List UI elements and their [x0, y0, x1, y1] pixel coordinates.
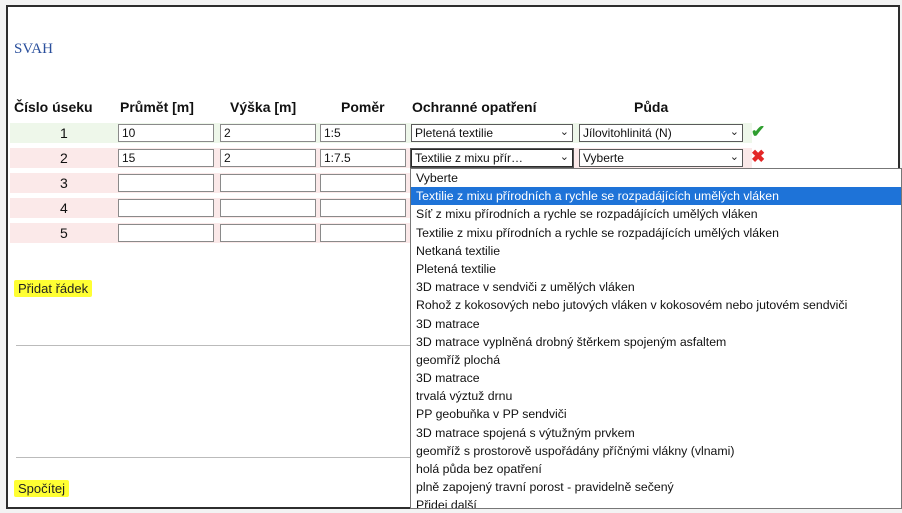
ochranne-select[interactable]: Pletená textilie ⌄	[411, 124, 573, 142]
vyska-input[interactable]	[220, 224, 316, 242]
dropdown-option[interactable]: 3D matrace	[411, 315, 901, 333]
dropdown-option[interactable]: Textilie z mixu přírodních a rychle se r…	[411, 224, 901, 242]
prumer-input[interactable]	[118, 174, 214, 192]
prumer-input[interactable]	[118, 124, 214, 142]
table-header: Číslo úseku Průmět [m] Výška [m] Poměr O…	[8, 99, 708, 119]
ochranne-select[interactable]: Textilie z mixu přír… ⌄	[410, 148, 574, 168]
chevron-down-icon: ⌄	[559, 151, 569, 163]
vyska-input[interactable]	[220, 149, 316, 167]
puda-select-value: Jílovitohlinitá (N)	[583, 126, 672, 140]
prumer-input[interactable]	[118, 199, 214, 217]
pomer-input[interactable]	[320, 149, 406, 167]
vyska-input[interactable]	[220, 174, 316, 192]
dropdown-option[interactable]: geomříž plochá	[411, 351, 901, 369]
dropdown-option[interactable]: plně zapojený travní porost - pravidelně…	[411, 478, 901, 496]
puda-select[interactable]: Jílovitohlinitá (N) ⌄	[579, 124, 743, 142]
ochranne-select-value: Textilie z mixu přír…	[415, 151, 524, 165]
header-vyska: Výška [m]	[230, 99, 297, 115]
dropdown-option[interactable]: 3D matrace v sendviči z umělých vláken	[411, 278, 901, 296]
error-x-icon: ✖	[751, 147, 766, 166]
dropdown-option[interactable]: Pletená textilie	[411, 260, 901, 278]
table-row: 1 Pletená textilie ⌄ Jílovitohlinitá (N)…	[10, 122, 765, 143]
chevron-down-icon: ⌄	[559, 126, 569, 138]
puda-select-value: Vyberte	[583, 151, 624, 165]
dropdown-option[interactable]: Přidej další	[411, 496, 901, 508]
dropdown-option[interactable]: PP geobuňka v PP sendviči	[411, 405, 901, 423]
row-number: 5	[60, 225, 68, 241]
row-number: 1	[60, 125, 68, 141]
dropdown-option[interactable]: Vyberte	[411, 169, 901, 187]
add-row-button[interactable]: Přidat řádek	[14, 280, 93, 297]
check-icon: ✔	[751, 122, 766, 141]
row-number: 3	[60, 175, 68, 191]
dropdown-option[interactable]: 3D matrace spojená s výtužným prvkem	[411, 424, 901, 442]
dropdown-option[interactable]: Textilie z mixu přírodních a rychle se r…	[411, 187, 901, 206]
row-number: 4	[60, 200, 68, 216]
pomer-input[interactable]	[320, 174, 406, 192]
prumer-input[interactable]	[118, 149, 214, 167]
dropdown-option[interactable]: holá půda bez opatření	[411, 460, 901, 478]
dropdown-option[interactable]: 3D matrace	[411, 369, 901, 387]
puda-select[interactable]: Vyberte ⌄	[579, 149, 743, 167]
pomer-input[interactable]	[320, 224, 406, 242]
dropdown-option[interactable]: geomříž s prostorově uspořádány příčnými…	[411, 442, 901, 460]
page-title: SVAH	[14, 41, 53, 57]
pomer-input[interactable]	[320, 199, 406, 217]
compute-button[interactable]: Spočítej	[14, 480, 69, 497]
prumer-input[interactable]	[118, 224, 214, 242]
header-pomer: Poměr	[341, 99, 385, 115]
header-puda: Půda	[634, 99, 669, 115]
chevron-down-icon: ⌄	[729, 126, 739, 138]
header-prumer: Průmět [m]	[120, 99, 194, 115]
vyska-input[interactable]	[220, 199, 316, 217]
pomer-input[interactable]	[320, 124, 406, 142]
ochranne-select-value: Pletená textilie	[415, 126, 494, 140]
divider	[16, 345, 414, 346]
dropdown-option[interactable]: Rohož z kokosových nebo jutových vláken …	[411, 296, 901, 314]
header-ochranne: Ochranné opatření	[412, 99, 537, 115]
dropdown-option[interactable]: Síť z mixu přírodních a rychle se rozpad…	[411, 205, 901, 223]
dropdown-option[interactable]: 3D matrace vyplněná drobný štěrkem spoje…	[411, 333, 901, 351]
ochranne-dropdown-list[interactable]: Vyberte Textilie z mixu přírodních a rych…	[410, 168, 902, 509]
header-cislo: Číslo úseku	[14, 99, 93, 115]
row-number: 2	[60, 150, 68, 166]
dropdown-option[interactable]: Netkaná textilie	[411, 242, 901, 260]
dropdown-option[interactable]: trvalá výztuž drnu	[411, 387, 901, 405]
divider	[16, 457, 414, 458]
chevron-down-icon: ⌄	[729, 151, 739, 163]
table-row: 2 Textilie z mixu přír… ⌄ Vyberte ⌄ ✖	[10, 147, 765, 168]
vyska-input[interactable]	[220, 124, 316, 142]
